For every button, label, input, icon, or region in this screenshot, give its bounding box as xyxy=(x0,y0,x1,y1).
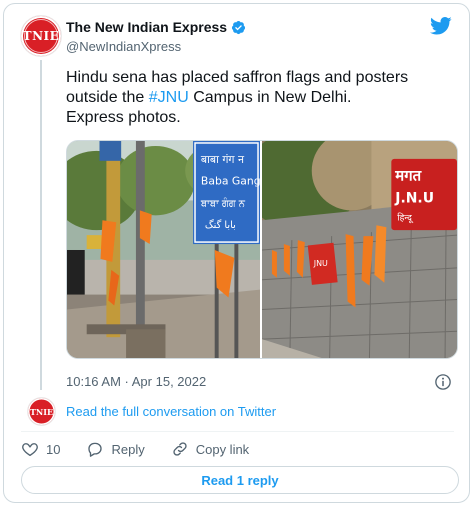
hashtag-link[interactable]: #JNU xyxy=(149,89,189,106)
info-icon[interactable] xyxy=(434,373,452,391)
tweet-text-segment: outside the xyxy=(66,89,149,106)
author-name-row[interactable]: The New Indian Express xyxy=(66,19,246,35)
poster-text-hindu: हिन्दू xyxy=(397,212,414,223)
verified-badge-icon xyxy=(231,20,246,34)
action-bar: 10 Reply Copy link xyxy=(21,440,275,458)
sign-text-urdu: بابا گنگ xyxy=(205,219,236,231)
thread-line xyxy=(40,60,42,390)
tweet-media-grid: बाबा गंग न Baba Gang ਬਾਬਾ ਗੰਗ ਨ بابا گنگ xyxy=(66,140,458,359)
poster-text-hindi: मगत xyxy=(394,167,421,185)
copy-link-button[interactable]: Copy link xyxy=(171,440,249,458)
conversation-avatar: TNIE xyxy=(28,398,55,425)
sign-text-punjabi: ਬਾਬਾ ਗੰਗ ਨ xyxy=(200,197,246,209)
reply-label: Reply xyxy=(111,441,145,457)
like-button[interactable]: 10 xyxy=(21,440,60,458)
tweet-text: Hindu sena has placed saffron flags and … xyxy=(66,68,456,128)
heart-icon xyxy=(22,443,38,457)
tweet-timestamp[interactable]: 10:16 AM · Apr 15, 2022 xyxy=(66,374,206,389)
author-handle[interactable]: @NewIndianXpress xyxy=(66,39,181,54)
reply-bubble-icon xyxy=(88,442,103,457)
twitter-bird-icon[interactable] xyxy=(430,16,452,36)
poster-text-jnu: J.N.U xyxy=(394,190,434,206)
embedded-tweet-card: TNIE The New Indian Express @NewIndianXp… xyxy=(3,3,470,503)
like-count: 10 xyxy=(46,441,61,457)
street-photo-image: बाबा गंग न Baba Gang ਬਾਬਾ ਗੰਗ ਨ بابا گنگ xyxy=(67,141,260,358)
tweet-text-line-2: outside the #JNU Campus in New Delhi. xyxy=(66,88,456,108)
photo-wall-flags[interactable]: मगत J.N.U हिन्दू JNU xyxy=(262,141,457,358)
wall-photo-image: मगत J.N.U हिन्दू JNU xyxy=(262,141,457,358)
copy-link-label: Copy link xyxy=(195,441,250,457)
tweet-text-line-1: Hindu sena has placed saffron flags and … xyxy=(66,69,409,86)
read-full-conversation-link[interactable]: Read the full conversation on Twitter xyxy=(66,404,276,419)
sign-text-hindi: बाबा गंग न xyxy=(201,153,245,166)
avatar-ring xyxy=(24,19,58,53)
author-avatar[interactable]: TNIE xyxy=(21,16,61,56)
read-replies-button[interactable]: Read 1 reply xyxy=(21,466,459,494)
link-icon xyxy=(173,442,187,456)
reply-button[interactable]: Reply xyxy=(86,440,145,458)
author-name[interactable]: The New Indian Express xyxy=(66,19,227,35)
tweet-text-line-3: Express photos. xyxy=(66,109,181,126)
tweet-text-segment: Campus in New Delhi. xyxy=(188,89,352,106)
photo-street-flags[interactable]: बाबा गंग न Baba Gang ਬਾਬਾ ਗੰਗ ਨ بابا گنگ xyxy=(67,141,262,358)
divider xyxy=(21,431,454,432)
sign-text-english: Baba Gang xyxy=(201,175,260,188)
small-poster-text: JNU xyxy=(313,259,328,268)
